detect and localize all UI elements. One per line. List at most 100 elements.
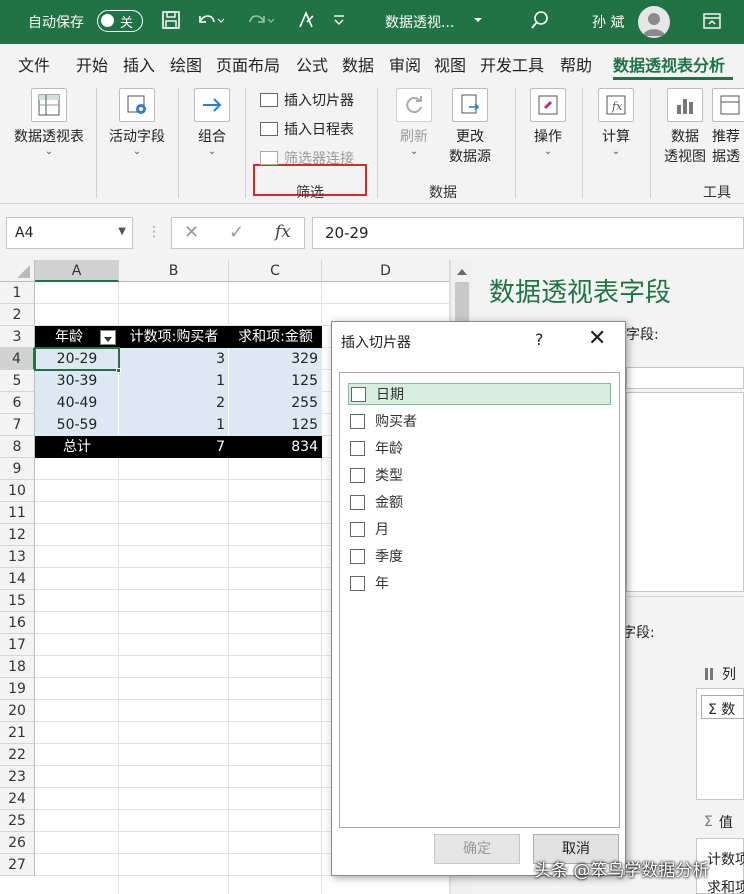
pivottable-button[interactable]: 数据透视表 ⌄ <box>8 88 90 157</box>
row-header[interactable]: 7 <box>0 414 35 436</box>
field-list[interactable] <box>626 392 744 592</box>
row-header[interactable]: 16 <box>0 612 35 634</box>
slicer-field-option[interactable]: 年 <box>348 572 611 594</box>
column-header-c[interactable]: C <box>229 260 322 282</box>
tab-pivottable-analyze[interactable]: 数据透视表分析 <box>613 52 725 76</box>
fill-handle[interactable] <box>116 368 121 373</box>
checkbox[interactable] <box>351 386 366 402</box>
checkbox[interactable] <box>350 413 365 429</box>
tab-home[interactable]: 开始 <box>76 52 108 76</box>
values-item-sum[interactable]: 求和项 <box>707 877 744 894</box>
values-item-count[interactable]: 计数项 <box>707 849 744 869</box>
actions-button[interactable]: 操作 ⌄ <box>526 88 570 157</box>
row-header[interactable]: 1 <box>0 282 35 304</box>
checkbox[interactable] <box>350 521 365 537</box>
search-icon[interactable] <box>530 10 550 34</box>
formula-input[interactable]: 20-29 <box>312 217 744 249</box>
pivotchart-button[interactable]: 数据 透视图 <box>660 88 710 166</box>
checkbox[interactable] <box>350 548 365 564</box>
row-header[interactable]: 4 <box>0 348 35 370</box>
row-header[interactable]: 3 <box>0 326 35 348</box>
tab-review[interactable]: 审阅 <box>389 52 421 76</box>
columns-values-chip[interactable]: Σ 数 <box>701 695 744 719</box>
avatar[interactable] <box>638 6 670 38</box>
row-header[interactable]: 26 <box>0 832 35 854</box>
recommended-pivot-button[interactable]: 推荐 据透 <box>712 88 744 166</box>
slicer-field-option[interactable]: 购买者 <box>348 410 611 432</box>
row-header[interactable]: 5 <box>0 370 35 392</box>
row-header[interactable]: 12 <box>0 524 35 546</box>
slicer-field-option[interactable]: 日期 <box>348 383 611 405</box>
column-header-d[interactable]: D <box>322 260 450 282</box>
filter-connections-button[interactable]: 筛选器连接 <box>260 148 354 168</box>
row-header[interactable]: 6 <box>0 392 35 414</box>
row-header[interactable]: 22 <box>0 744 35 766</box>
slicer-field-option[interactable]: 类型 <box>348 464 611 486</box>
row-header[interactable]: 27 <box>0 854 35 876</box>
name-box[interactable]: A4 ▼ <box>6 217 133 249</box>
row-header[interactable]: 18 <box>0 656 35 678</box>
tab-draw[interactable]: 绘图 <box>170 52 202 76</box>
row-header[interactable]: 24 <box>0 788 35 810</box>
row-header[interactable]: 21 <box>0 722 35 744</box>
row-header[interactable]: 20 <box>0 700 35 722</box>
refresh-button[interactable]: 刷新 ⌄ <box>392 88 436 157</box>
change-source-button[interactable]: 更改 数据源 <box>440 88 500 166</box>
tab-insert[interactable]: 插入 <box>123 52 155 76</box>
filter-dropdown-icon[interactable] <box>100 330 116 345</box>
row-header[interactable]: 15 <box>0 590 35 612</box>
undo-icon[interactable] <box>196 10 225 34</box>
save-icon[interactable] <box>161 10 181 34</box>
autosave-toggle[interactable]: 关 <box>97 10 143 32</box>
tab-data[interactable]: 数据 <box>342 52 374 76</box>
insert-slicer-button[interactable]: 插入切片器 <box>260 90 354 110</box>
column-header-a[interactable]: A <box>35 260 119 282</box>
enter-check-icon[interactable]: ✓ <box>229 222 244 243</box>
row-header[interactable]: 25 <box>0 810 35 832</box>
row-header[interactable]: 19 <box>0 678 35 700</box>
slicer-field-option[interactable]: 月 <box>348 518 611 540</box>
tab-formulas[interactable]: 公式 <box>296 52 328 76</box>
checkbox[interactable] <box>350 440 365 456</box>
format-painter-icon[interactable] <box>296 10 316 34</box>
checkbox[interactable] <box>350 575 365 591</box>
cancel-icon[interactable]: ✕ <box>184 222 199 243</box>
customize-qat-icon[interactable] <box>332 10 346 34</box>
calculations-button[interactable]: fx 计算 ⌄ <box>594 88 638 157</box>
slicer-field-option[interactable]: 年龄 <box>348 437 611 459</box>
row-header[interactable]: 13 <box>0 546 35 568</box>
close-icon[interactable]: ✕ <box>588 326 606 351</box>
row-header[interactable]: 23 <box>0 766 35 788</box>
title-dropdown-icon[interactable] <box>472 14 484 30</box>
row-header[interactable]: 17 <box>0 634 35 656</box>
insert-function-icon[interactable]: fx <box>275 222 291 242</box>
slicer-field-option[interactable]: 金额 <box>348 491 611 513</box>
document-title[interactable]: 数据透视... <box>385 12 454 32</box>
row-header[interactable]: 10 <box>0 480 35 502</box>
tab-file[interactable]: 文件 <box>18 52 50 76</box>
slicer-field-option[interactable]: 季度 <box>348 545 611 567</box>
row-header[interactable]: 11 <box>0 502 35 524</box>
checkbox[interactable] <box>350 494 365 510</box>
ribbon-display-icon[interactable] <box>702 12 722 34</box>
checkbox[interactable] <box>350 467 365 483</box>
column-header-b[interactable]: B <box>119 260 229 282</box>
tab-view[interactable]: 视图 <box>434 52 466 76</box>
tab-help[interactable]: 帮助 <box>560 52 592 76</box>
columns-drop-area[interactable]: Σ 数 <box>696 688 744 800</box>
insert-timeline-button[interactable]: 插入日程表 <box>260 119 354 139</box>
tab-page-layout[interactable]: 页面布局 <box>216 52 280 76</box>
field-search-input[interactable] <box>626 367 744 389</box>
help-button[interactable]: ? <box>535 330 544 349</box>
row-header[interactable]: 8 <box>0 436 35 458</box>
chevron-down-icon[interactable]: ▼ <box>118 226 126 237</box>
row-header[interactable]: 14 <box>0 568 35 590</box>
redo-icon[interactable] <box>246 10 275 34</box>
row-header[interactable]: 2 <box>0 304 35 326</box>
active-field-button[interactable]: 活动字段 ⌄ <box>104 88 170 157</box>
ok-button[interactable]: 确定 <box>434 834 520 864</box>
group-button[interactable]: 组合 ⌄ <box>190 88 234 157</box>
tab-developer[interactable]: 开发工具 <box>480 52 544 76</box>
select-all-corner[interactable] <box>0 260 35 282</box>
row-header[interactable]: 9 <box>0 458 35 480</box>
